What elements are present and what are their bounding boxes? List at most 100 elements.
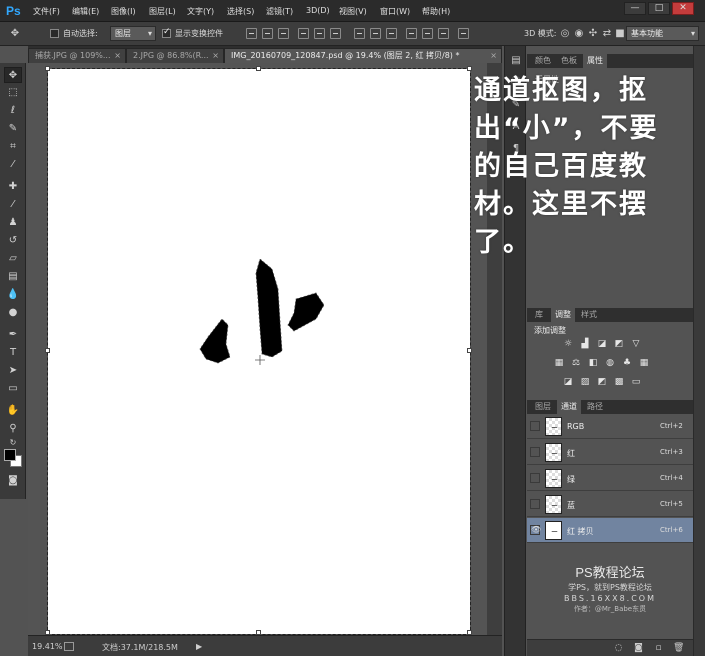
eye-icon[interactable]: 👁 — [530, 525, 541, 535]
hand-tool-icon[interactable]: ✋ — [4, 403, 22, 419]
brightness-contrast-icon[interactable]: ☼ — [562, 339, 574, 350]
distribute-right-icon[interactable] — [438, 28, 449, 39]
tab-adjustments[interactable]: 调整 — [551, 308, 575, 322]
tab-paths[interactable]: 路径 — [583, 400, 607, 414]
align-bottom-icon[interactable] — [278, 28, 289, 39]
blur-tool-icon[interactable]: 💧 — [4, 287, 22, 303]
eyedropper-tool-icon[interactable]: ⁄ — [4, 157, 22, 173]
show-transform-checkbox[interactable] — [162, 27, 171, 38]
menu-view[interactable]: 视图(V) — [339, 6, 367, 17]
channel-row-rgb[interactable]: ー RGB Ctrl+2 — [527, 414, 693, 439]
menu-image[interactable]: 图像(I) — [111, 6, 136, 17]
channel-row-red[interactable]: ー 红 Ctrl+3 — [527, 440, 693, 465]
align-top-icon[interactable] — [246, 28, 257, 39]
distribute-vcenter-icon[interactable] — [370, 28, 381, 39]
pen-tool-icon[interactable]: ✒ — [4, 327, 22, 343]
minimize-button[interactable]: — — [624, 2, 646, 15]
color-lookup-icon[interactable]: ▦ — [638, 358, 650, 369]
tab-libraries[interactable]: 库 — [531, 308, 547, 322]
color-balance-icon[interactable]: ⚖ — [570, 358, 582, 369]
gradient-tool-icon[interactable]: ▤ — [4, 269, 22, 285]
save-selection-icon[interactable]: ◙ — [633, 643, 644, 654]
channel-row-red-copy[interactable]: 👁 ー 红 拷贝 Ctrl+6 — [527, 518, 693, 543]
auto-select-dropdown[interactable]: 图层 — [110, 26, 156, 41]
transform-handle[interactable] — [45, 348, 50, 353]
3d-scale-icon[interactable]: ■ — [613, 27, 627, 40]
foreground-color-swatch[interactable] — [4, 449, 16, 461]
healing-brush-tool-icon[interactable]: ✚ — [4, 179, 22, 195]
tab-channels[interactable]: 通道 — [557, 400, 581, 414]
menu-select[interactable]: 选择(S) — [227, 6, 254, 17]
panel-scrollbar[interactable] — [693, 46, 705, 656]
zoom-level[interactable]: 19.41% — [32, 642, 63, 651]
menu-3d[interactable]: 3D(D) — [306, 6, 330, 15]
channel-mixer-icon[interactable]: ♣ — [621, 358, 633, 369]
eraser-tool-icon[interactable]: ▱ — [4, 251, 22, 267]
menu-edit[interactable]: 编辑(E) — [72, 6, 99, 17]
lasso-tool-icon[interactable]: ℓ — [4, 103, 22, 119]
tab-swatches[interactable]: 色板 — [557, 54, 581, 68]
channel-row-green[interactable]: ー 绿 Ctrl+4 — [527, 466, 693, 491]
new-channel-icon[interactable]: ▫ — [653, 643, 664, 654]
align-right-icon[interactable] — [330, 28, 341, 39]
transform-handle[interactable] — [256, 66, 261, 71]
workspace-dropdown[interactable]: 基本功能 — [626, 26, 699, 41]
close-icon[interactable]: × — [212, 49, 219, 62]
visibility-toggle[interactable] — [530, 421, 540, 431]
vibrance-icon[interactable]: ▽ — [630, 339, 642, 350]
brush-tool-icon[interactable]: ⁄ — [4, 197, 22, 213]
posterize-icon[interactable]: ▨ — [579, 377, 591, 388]
menu-help[interactable]: 帮助(H) — [422, 6, 450, 17]
gradient-map-icon[interactable]: ▭ — [630, 377, 642, 388]
menu-filter[interactable]: 滤镜(T) — [266, 6, 293, 17]
exposure-icon[interactable]: ◩ — [613, 339, 625, 350]
move-tool-icon[interactable]: ✥ — [4, 67, 22, 83]
auto-select-checkbox[interactable] — [50, 29, 59, 38]
restore-button[interactable]: □ — [648, 2, 670, 15]
tab-layers[interactable]: 图层 — [531, 400, 555, 414]
transform-handle[interactable] — [467, 348, 472, 353]
menu-window[interactable]: 窗口(W) — [380, 6, 410, 17]
selective-color-icon[interactable]: ▩ — [613, 377, 625, 388]
visibility-toggle[interactable] — [530, 499, 540, 509]
close-button[interactable]: ✕ — [672, 2, 694, 15]
distribute-hcenter-icon[interactable] — [422, 28, 433, 39]
tab-properties[interactable]: 属性 — [583, 54, 607, 68]
distribute-left-icon[interactable] — [406, 28, 417, 39]
export-icon[interactable] — [64, 642, 74, 651]
tab-capture[interactable]: 捕获.JPG @ 109%... × — [28, 48, 126, 63]
clone-stamp-tool-icon[interactable]: ♟ — [4, 215, 22, 231]
3d-roll-icon[interactable]: ◉ — [572, 27, 586, 40]
black-white-icon[interactable]: ◧ — [587, 358, 599, 369]
crop-tool-icon[interactable]: ⌗ — [4, 139, 22, 155]
load-selection-icon[interactable]: ◌ — [613, 643, 624, 654]
close-icon[interactable]: × — [114, 49, 121, 62]
align-hcenter-icon[interactable] — [314, 28, 325, 39]
tab-color[interactable]: 颜色 — [531, 54, 555, 68]
3d-slide-icon[interactable]: ⇄ — [600, 27, 614, 40]
align-left-icon[interactable] — [298, 28, 309, 39]
menu-file[interactable]: 文件(F) — [33, 6, 60, 17]
trash-icon[interactable]: 🗑 — [673, 643, 684, 654]
marquee-tool-icon[interactable]: ⬚ — [4, 85, 22, 101]
dodge-tool-icon[interactable]: ● — [4, 305, 22, 321]
3d-pan-icon[interactable]: ✣ — [586, 27, 600, 40]
threshold-icon[interactable]: ◩ — [596, 377, 608, 388]
history-brush-tool-icon[interactable]: ↺ — [4, 233, 22, 249]
curves-icon[interactable]: ◪ — [596, 339, 608, 350]
tab-img-psd[interactable]: IMG_20160709_120847.psd @ 19.4% (图层 2, 红… — [224, 48, 502, 63]
visibility-toggle[interactable] — [530, 447, 540, 457]
distribute-top-icon[interactable] — [354, 28, 365, 39]
tab-2jpg[interactable]: 2.JPG @ 86.8%(R... × — [126, 48, 224, 63]
move-tool-preset-icon[interactable]: ✥ — [8, 27, 22, 40]
tab-styles[interactable]: 样式 — [577, 308, 601, 322]
type-tool-icon[interactable]: T — [4, 345, 22, 361]
photo-filter-icon[interactable]: ◍ — [604, 358, 616, 369]
3d-rotate-icon[interactable]: ◎ — [558, 27, 572, 40]
auto-align-icon[interactable] — [458, 28, 469, 39]
transform-handle[interactable] — [467, 66, 472, 71]
rectangle-tool-icon[interactable]: ▭ — [4, 381, 22, 397]
history-panel-icon[interactable]: ▤ — [509, 54, 523, 68]
hue-saturation-icon[interactable]: ▦ — [553, 358, 565, 369]
transform-handle[interactable] — [45, 66, 50, 71]
